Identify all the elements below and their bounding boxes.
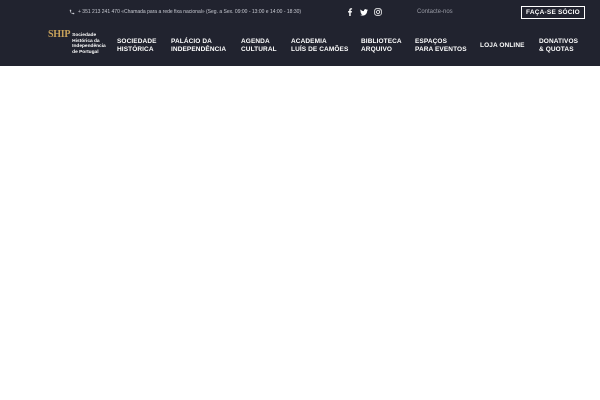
nav-item-label: ESPAÇOS	[415, 38, 448, 45]
logo-line: de Portugal	[72, 49, 99, 55]
nav-item-label: ARQUIVO	[361, 45, 393, 53]
nav-item-label: CULTURAL	[241, 45, 277, 53]
logo-mark: SHIP	[48, 29, 71, 40]
nav-item-loja-online[interactable]: LOJA ONLINE	[480, 42, 525, 50]
social-links	[346, 8, 382, 16]
nav-item-label: AGENDA	[241, 38, 270, 45]
site-logo[interactable]: SHIP Sociedade Histórica da Independênci…	[48, 30, 106, 55]
nav-item-palacio-independencia[interactable]: PALÁCIO DA INDEPENDÊNCIA	[171, 38, 226, 53]
instagram-icon[interactable]	[374, 8, 382, 16]
nav-item-espacos-eventos[interactable]: ESPAÇOS PARA EVENTOS	[415, 38, 467, 53]
twitter-icon[interactable]	[360, 8, 368, 16]
nav-item-label: LUÍS DE CAMÕES	[291, 45, 349, 53]
join-member-button[interactable]: FAÇA-SE SÓCIO	[521, 6, 585, 19]
nav-item-label: INDEPENDÊNCIA	[171, 45, 227, 53]
phone-contact[interactable]: + 351 213 241 470 «Chamada para a rede f…	[69, 9, 301, 15]
logo-text: Sociedade Histórica da Independência de …	[72, 33, 106, 55]
logo-line: Independência	[72, 44, 106, 50]
nav-item-label: BIBLIOTECA	[361, 38, 402, 45]
nav-item-label: LOJA ONLINE	[480, 42, 525, 49]
nav-item-label: PALÁCIO DA	[171, 38, 212, 45]
nav-item-label: ACADEMIA	[291, 38, 327, 45]
nav-item-agenda-cultural[interactable]: AGENDA CULTURAL	[241, 38, 277, 53]
phone-icon	[69, 9, 75, 15]
nav-item-sociedade-historica[interactable]: SOCIEDADE HISTÓRICA	[117, 38, 157, 53]
site-header: + 351 213 241 470 «Chamada para a rede f…	[0, 0, 600, 66]
nav-item-label: SOCIEDADE	[117, 38, 157, 45]
nav-item-label: PARA EVENTOS	[415, 45, 467, 53]
facebook-icon[interactable]	[346, 8, 354, 16]
nav-item-label: & QUOTAS	[539, 45, 574, 53]
nav-item-label: HISTÓRICA	[117, 45, 154, 53]
phone-text: + 351 213 241 470 «Chamada para a rede f…	[78, 9, 302, 15]
nav-item-academia[interactable]: ACADEMIA LUÍS DE CAMÕES	[291, 38, 348, 53]
nav-item-label: DONATIVOS	[539, 38, 579, 45]
nav-item-donativos-quotas[interactable]: DONATIVOS & QUOTAS	[539, 38, 578, 53]
page-content	[0, 66, 600, 400]
contact-link[interactable]: Contacte-nos	[417, 9, 453, 15]
nav-item-biblioteca-arquivo[interactable]: BIBLIOTECA ARQUIVO	[361, 38, 402, 53]
